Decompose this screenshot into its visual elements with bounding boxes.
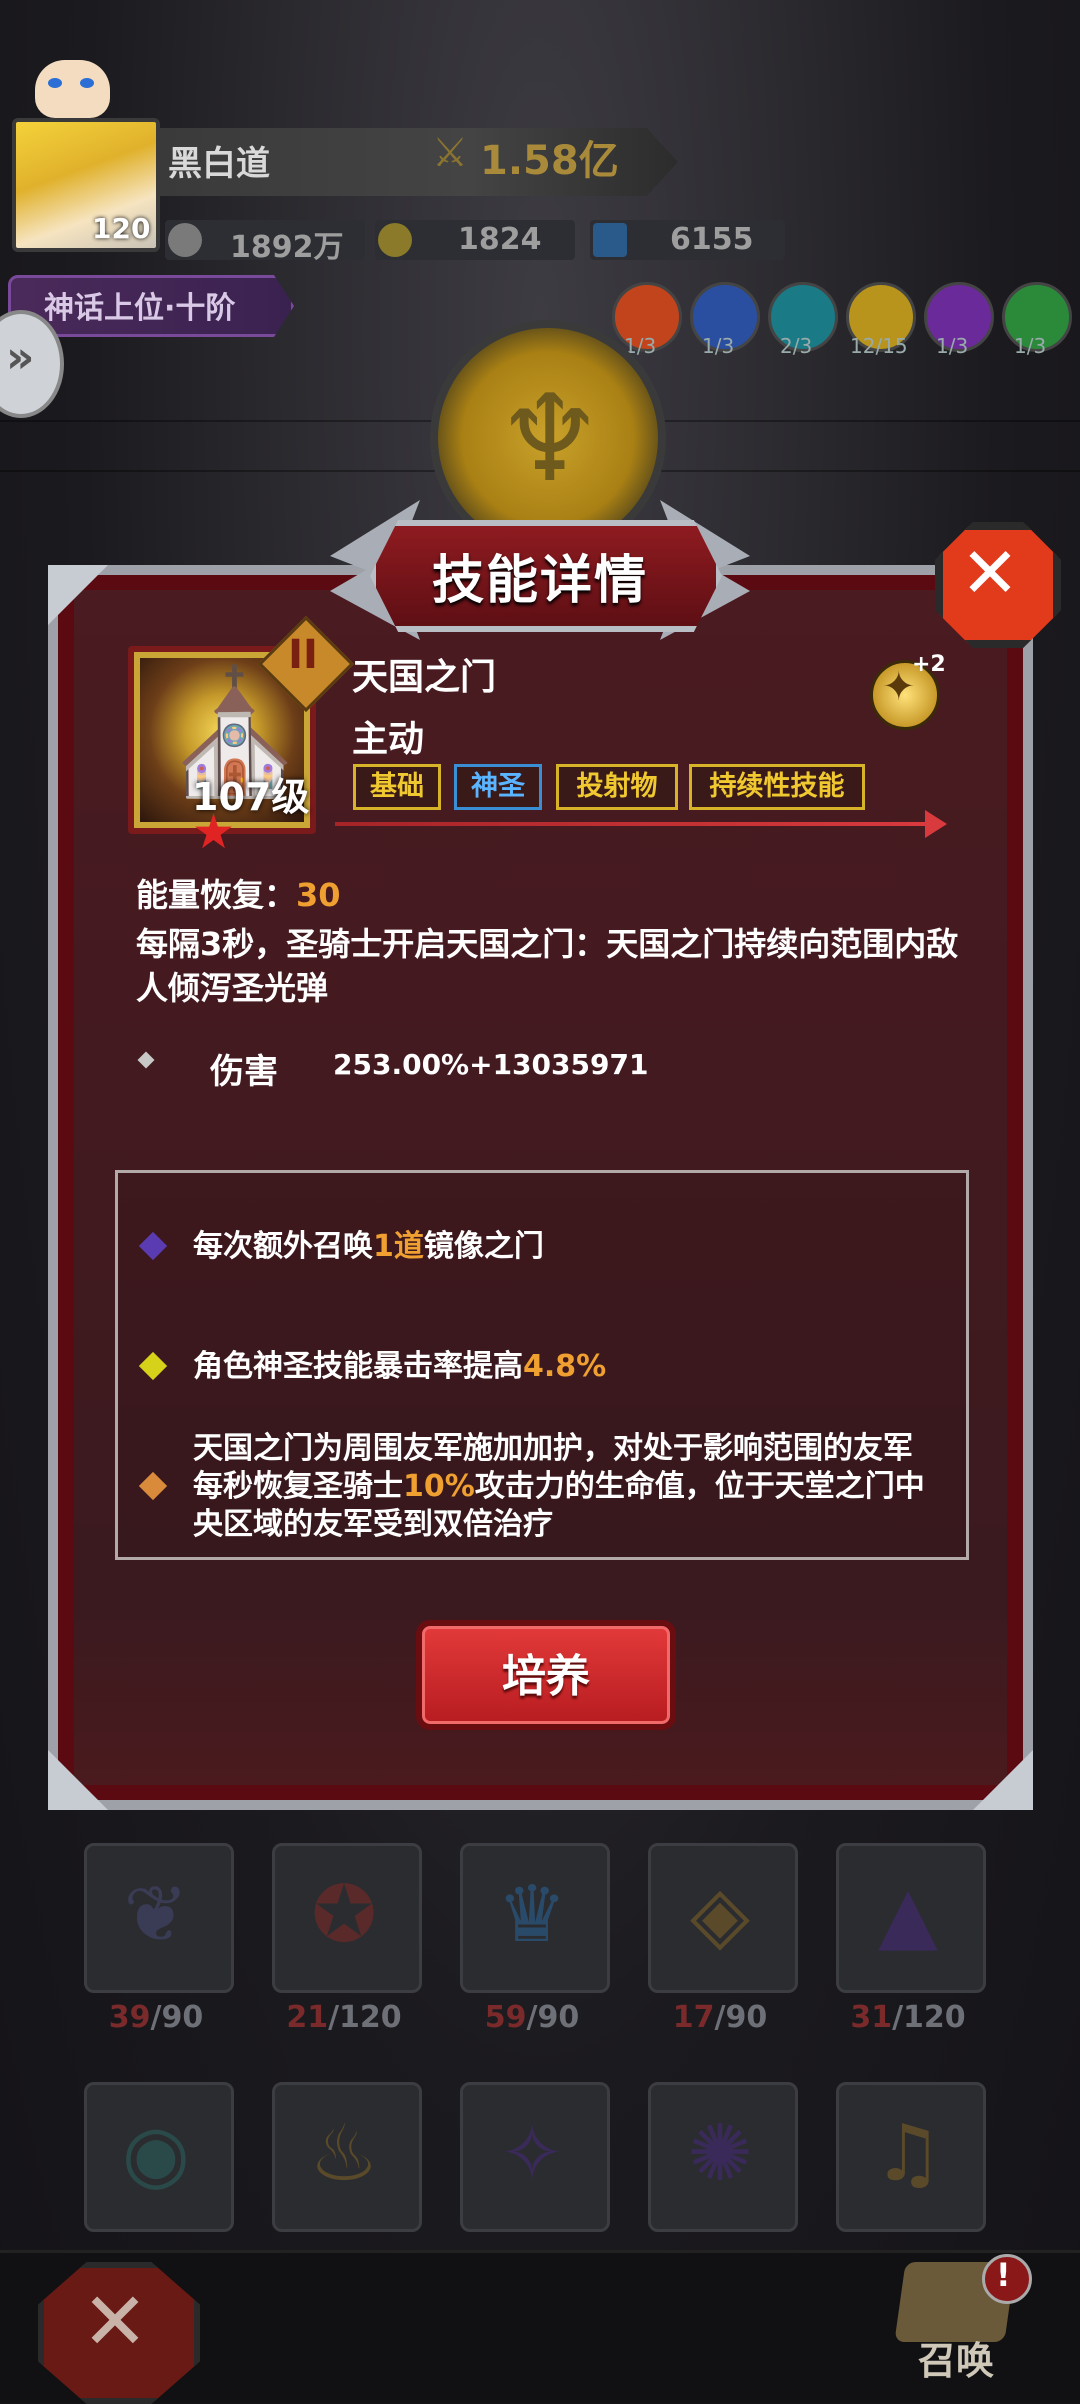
flame-icon: ♨ [309, 2109, 379, 2199]
summon-label[interactable]: 召唤 [918, 2330, 994, 2385]
skill-name: 天国之门 [352, 657, 497, 698]
player-level: 120 [92, 212, 151, 245]
vortex-icon: ✺ [687, 2109, 753, 2199]
element-count: 1/3 [936, 334, 969, 358]
witch-hat-icon: ▲ [878, 1870, 938, 1960]
crystal-plus-icon[interactable] [593, 223, 627, 257]
gold-shield-icon: ◈ [690, 1870, 750, 1960]
bonus-text: 每次额外召唤 [193, 1229, 373, 1264]
tag-projectile: 投射物 [556, 764, 678, 810]
alert-icon: ! [996, 2256, 1011, 2294]
close-icon[interactable]: ✕ [70, 2275, 160, 2368]
power-value: 1.58亿 [480, 138, 619, 184]
player-name: 黑白道 [168, 144, 270, 184]
slot-progress: 21/120 [272, 2000, 416, 2035]
gold-value: 1892万 [230, 230, 344, 265]
divider-line [335, 822, 935, 826]
slot-max: /120 [328, 2000, 402, 2035]
bonus-highlight: 10% [403, 1469, 475, 1504]
dialog-title: 技能详情 [431, 551, 648, 611]
bonus-highlight: 1道 [373, 1229, 424, 1264]
bonus-highlight: 4.8% [523, 1349, 607, 1384]
slot-current: 31 [850, 2000, 893, 2035]
star-icon: ✧ [499, 2109, 565, 2199]
energy-value: 30 [296, 876, 341, 914]
element-count: 2/3 [780, 334, 813, 358]
bonus-item: 天国之门为周围友军施加加护，对处于影响范围的友军每秒恢复圣骑士10%攻击力的生命… [193, 1430, 933, 1544]
tag-sustained: 持续性技能 [689, 764, 865, 810]
element-count: 1/3 [1014, 334, 1047, 358]
runner-icon: ✪ [311, 1870, 377, 1960]
slot-max: /90 [150, 2000, 204, 2035]
slot-max: /90 [714, 2000, 768, 2035]
close-icon[interactable]: ✕ [958, 532, 1022, 614]
crest-icon: ♆ [496, 370, 604, 509]
slot-progress: 17/90 [648, 2000, 792, 2035]
avatar-face [35, 60, 110, 118]
star-icon: ★ [192, 804, 236, 860]
energy-recovery: 能量恢复：30 [136, 870, 341, 916]
gem-value: 1824 [458, 222, 542, 257]
rank-badge-label: 神话上位·十阶 [44, 291, 236, 326]
sparkle-icon: ✦ [882, 664, 916, 710]
bonus-text: 镜像之门 [423, 1229, 544, 1264]
crossed-swords-icon: ⚔ [432, 130, 468, 176]
bonus-item: 角色神圣技能暴击率提高4.8% [193, 1348, 606, 1386]
tag-holy: 神圣 [454, 764, 542, 810]
ice-crown-icon: ♛ [497, 1870, 567, 1960]
tag-basic: 基础 [353, 764, 441, 810]
energy-label: 能量恢复： [136, 876, 297, 914]
damage-value: 253.00%+13035971 [333, 1048, 649, 1081]
avatar-eye [80, 78, 94, 88]
slot-current: 21 [286, 2000, 329, 2035]
bonus-item: 每次额外召唤1道镜像之门 [193, 1228, 544, 1266]
element-count: 1/3 [702, 334, 735, 358]
slot-progress: 31/120 [836, 2000, 980, 2035]
slot-current: 17 [672, 2000, 715, 2035]
gold-plus-icon[interactable] [168, 223, 202, 257]
skill-rank: II [288, 632, 318, 678]
divider-arrow-icon [925, 810, 947, 838]
slot-max: /120 [892, 2000, 966, 2035]
skill-type: 主动 [352, 719, 425, 760]
eye-icon: ◉ [121, 2109, 191, 2199]
slot-progress: 59/90 [460, 2000, 604, 2035]
slot-max: /90 [526, 2000, 580, 2035]
bonus-count: +2 [912, 652, 946, 677]
gem-plus-icon[interactable] [378, 223, 412, 257]
slot-current: 59 [484, 2000, 527, 2035]
crystal-value: 6155 [670, 222, 754, 257]
dark-wing-icon: ❦ [123, 1870, 189, 1960]
slot-progress: 39/90 [84, 2000, 228, 2035]
train-button-label[interactable]: 培养 [416, 1640, 676, 1704]
skill-description: 每隔3秒，圣骑士开启天国之门：天国之门持续向范围内敌人倾泻圣光弹 [136, 925, 959, 1007]
damage-label: 伤害 [210, 1052, 278, 1092]
double-chevron-icon: » [6, 332, 35, 383]
bell-icon: ♫ [873, 2109, 943, 2199]
avatar-eye [48, 78, 62, 88]
element-count: 12/15 [850, 334, 908, 358]
bonus-text: 角色神圣技能暴击率提高 [193, 1349, 523, 1384]
slot-current: 39 [108, 2000, 151, 2035]
